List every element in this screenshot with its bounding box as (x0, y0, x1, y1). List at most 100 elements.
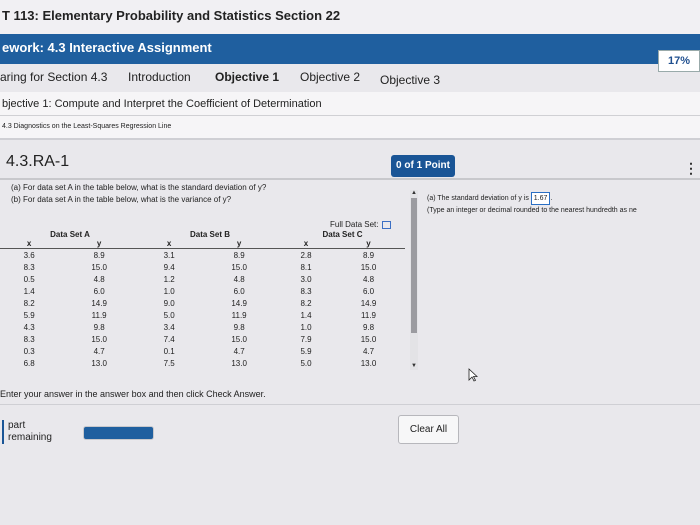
table-row: 3.6 8.9 3.1 8.9 2.8 8.9 (0, 249, 405, 262)
table-set-header-row: Data Set A Data Set B Data Set C (0, 230, 405, 239)
cell: 11.9 (361, 311, 377, 321)
cell: 14.9 (231, 299, 247, 309)
instructions: Enter your answer in the answer box and … (0, 389, 266, 399)
cell: 11.9 (231, 311, 247, 321)
tab-introduction[interactable]: Introduction (128, 70, 191, 84)
cell: 4.8 (233, 274, 245, 284)
tab-preparing[interactable]: aring for Section 4.3 (0, 70, 107, 84)
part-label: part (8, 420, 26, 431)
cell: 1.4 (300, 311, 312, 321)
cell: 8.3 (23, 262, 35, 272)
points-badge[interactable]: 0 of 1 Point (391, 155, 455, 177)
cell: 3.0 (300, 274, 312, 284)
table-row: 8.3 15.0 7.4 15.0 7.9 15.0 (0, 334, 405, 346)
homework-title: ework: 4.3 Interactive Assignment (0, 34, 700, 64)
problem-header: 4.3.RA-1 (0, 148, 700, 180)
cell: 8.9 (233, 250, 245, 260)
cell: 0.5 (23, 274, 35, 284)
section-link[interactable]: 4.3 Diagnostics on the Least-Squares Reg… (0, 116, 700, 140)
cell: 15.0 (231, 262, 247, 272)
cell: 15.0 (91, 335, 107, 345)
cell: 13.0 (231, 359, 247, 369)
question-b: (b) For data set A in the table below, w… (11, 195, 232, 204)
col-header: y (96, 239, 102, 248)
answer-prefix: (a) The standard deviation of y is (427, 195, 529, 202)
cell: 6.8 (23, 359, 35, 369)
table-row: 5.9 11.9 5.0 11.9 1.4 11.9 (0, 310, 405, 322)
objective-title: bjective 1: Compute and Interpret the Co… (0, 92, 700, 116)
cell: 15.0 (231, 335, 247, 345)
cell: 7.5 (163, 359, 175, 369)
scrollbar-thumb[interactable] (411, 198, 417, 333)
table-row: 0.5 4.8 1.2 4.8 3.0 4.8 (0, 273, 405, 285)
cell: 1.0 (300, 323, 312, 333)
full-data-set-label: Full Data Set (330, 220, 377, 229)
cell: 2.8 (300, 250, 312, 260)
cell: 8.9 (93, 250, 105, 260)
cell: 3.6 (23, 250, 35, 260)
cell: 9.8 (233, 323, 245, 333)
tab-objective-3[interactable]: Objective 3 (380, 73, 440, 87)
question-a: (a) For data set A in the table below, w… (11, 183, 267, 192)
cell: 8.2 (23, 299, 35, 309)
answer-input[interactable]: 1.67 (530, 192, 551, 205)
cell: 13.0 (360, 359, 377, 369)
cell: 14.9 (360, 299, 377, 309)
col-header: x (303, 239, 309, 248)
tab-objective-2[interactable]: Objective 2 (300, 70, 360, 84)
tab-objective-1[interactable]: Objective 1 (215, 70, 279, 84)
popup-icon (382, 220, 392, 229)
cell: 15.0 (360, 262, 377, 272)
cell: 4.8 (93, 274, 105, 284)
mouse-cursor-icon (468, 368, 478, 382)
cell: 11.9 (91, 311, 107, 321)
cell: 5.0 (300, 359, 312, 369)
section-tabs: aring for Section 4.3 Introduction Objec… (0, 64, 700, 92)
cell: 9.4 (163, 262, 175, 272)
more-options-icon[interactable]: ⋮ (684, 160, 698, 177)
cell: 8.3 (300, 286, 312, 296)
cell: 8.1 (300, 262, 312, 272)
answer-area: (a) The standard deviation of y is 1.67.… (427, 192, 700, 216)
divider (0, 404, 700, 405)
cell: 4.7 (93, 347, 105, 357)
table-row: 6.8 13.0 7.5 13.0 5.0 13.0 (0, 358, 405, 370)
table-row: 8.2 14.9 9.0 14.9 8.2 14.9 (0, 297, 405, 309)
set-b-header: Data Set B (189, 230, 230, 239)
scroll-up-icon[interactable]: ▲ (411, 190, 417, 196)
answer-line: (a) The standard deviation of y is 1.67. (427, 192, 700, 205)
cell: 9.0 (163, 299, 175, 309)
cell: 3.1 (163, 250, 175, 260)
full-data-set-link[interactable]: Full Data Set: (330, 220, 392, 229)
course-title: T 113: Elementary Probability and Statis… (0, 0, 700, 34)
cell: 1.0 (163, 286, 175, 296)
cell: 1.2 (163, 274, 175, 284)
col-header: x (166, 239, 172, 248)
cell: 7.9 (300, 335, 312, 345)
col-header: x (26, 239, 32, 248)
cell: 4.7 (362, 347, 375, 357)
remaining-label: remaining (8, 432, 52, 443)
cell: 4.8 (362, 274, 375, 284)
cell: 0.1 (163, 347, 175, 357)
cell: 14.9 (91, 299, 107, 309)
question-text: (a) For data set A in the table below, w… (11, 182, 266, 206)
table-row: 0.3 4.7 0.1 4.7 5.9 4.7 (0, 346, 405, 358)
cell: 4.3 (23, 323, 35, 333)
cell: 9.8 (93, 323, 105, 333)
table-row: 4.3 9.8 3.4 9.8 1.0 9.8 (0, 322, 405, 334)
cell: 15.0 (91, 262, 107, 272)
cell: 13.0 (91, 359, 107, 369)
cell: 8.2 (300, 299, 312, 309)
scroll-down-icon[interactable]: ▼ (411, 363, 417, 369)
table-col-header-row: x y x y x y (0, 239, 405, 249)
cell: 9.8 (362, 323, 375, 333)
cell: 8.3 (23, 335, 35, 345)
cell: 7.4 (163, 335, 175, 345)
set-c-header: Data Set C (322, 230, 363, 239)
cell: 8.9 (362, 250, 375, 260)
clear-all-button[interactable]: Clear All (398, 415, 459, 444)
col-header: y (366, 239, 371, 248)
col-header: y (236, 239, 242, 248)
cell: 0.3 (23, 347, 35, 357)
